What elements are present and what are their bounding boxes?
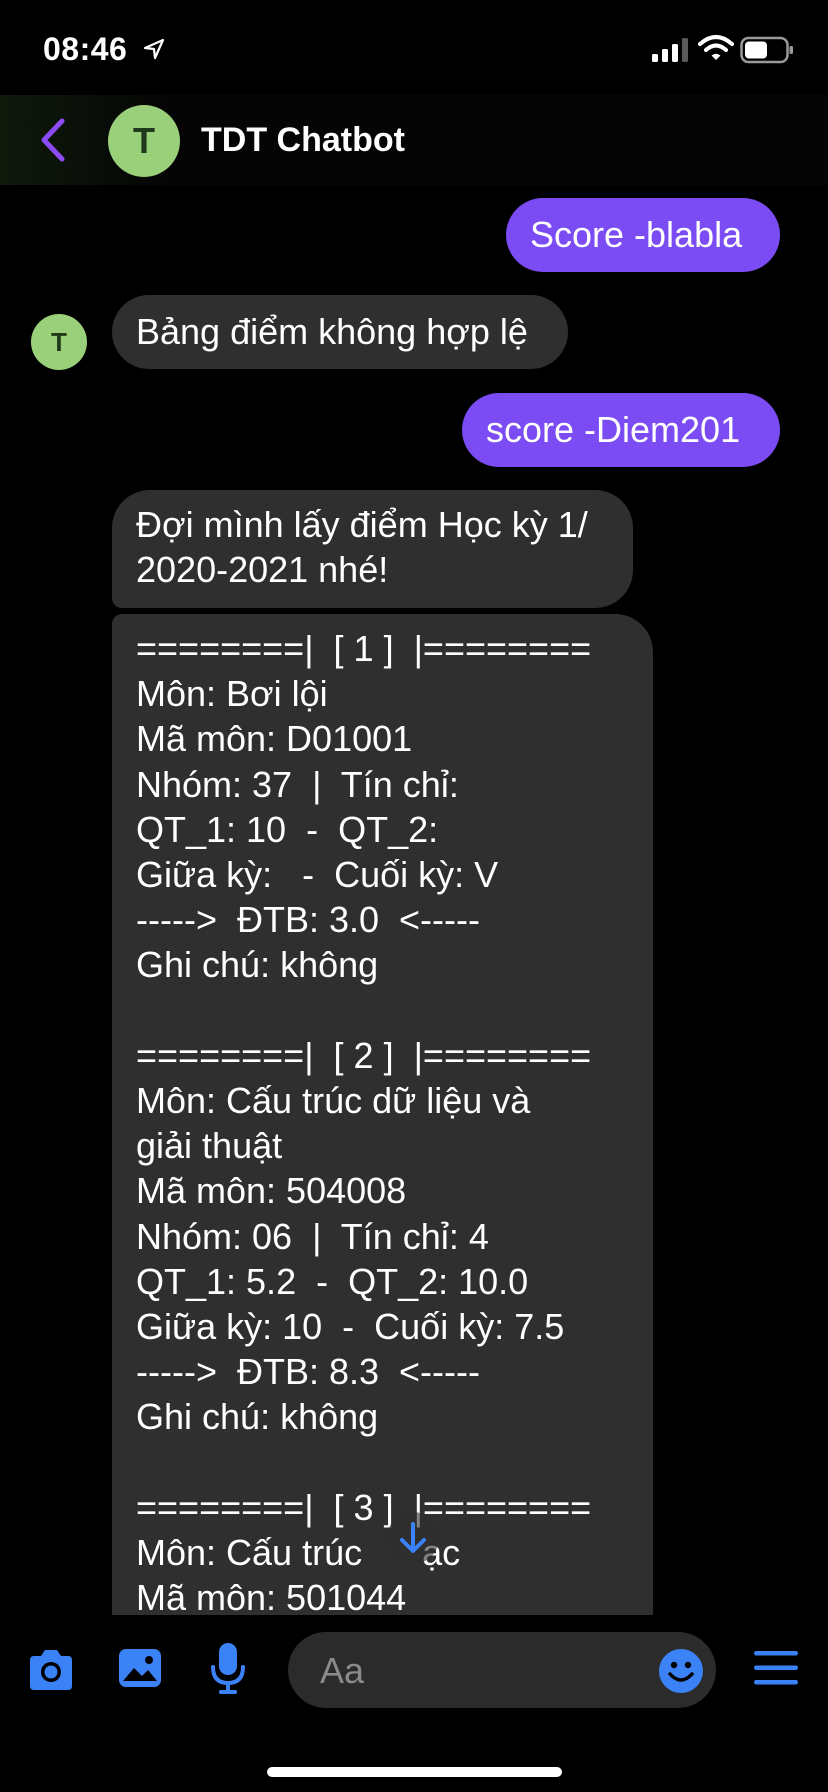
message-text-line: Đợi mình lấy điểm Học kỳ 1/ [136,504,588,545]
scroll-to-bottom-arrow-icon[interactable] [385,1510,441,1566]
message-text-line: 2020-2021 nhé! [136,549,389,590]
status-bar: 08:46 [0,0,828,100]
home-indicator[interactable] [267,1767,562,1777]
menu-icon[interactable] [754,1651,798,1685]
message-text: Bảng điểm không hợp lệ [136,311,528,352]
wifi-icon [698,35,734,60]
location-arrow-icon [143,38,165,60]
incoming-message[interactable]: Đợi mình lấy điểm Học kỳ 1/ 2020-2021 nh… [112,490,633,608]
chat-header: T TDT Chatbot [0,95,828,185]
message-text: Score -blabla [530,214,743,255]
emoji-icon[interactable] [658,1648,704,1694]
message-text: score -Diem201 [486,409,741,450]
outgoing-message[interactable]: score -Diem201 [462,393,780,467]
chatbot-avatar[interactable]: T [108,105,180,177]
back-chevron-icon[interactable] [38,117,68,163]
outgoing-message[interactable]: Score -blabla [506,198,780,272]
score-report-text: ========| [ 1 ] |======== Môn: Bơi lội M… [136,628,592,1615]
chat-title[interactable]: TDT Chatbot [201,121,405,160]
message-list[interactable]: Score -blabla T Bảng điểm không hợp lệ s… [0,185,828,1615]
battery-icon [740,36,793,64]
message-composer: Aa [0,1615,828,1792]
photo-gallery-icon[interactable] [117,1647,163,1689]
message-input-placeholder: Aa [320,1650,365,1691]
message-input[interactable]: Aa [288,1632,716,1708]
microphone-icon[interactable] [210,1641,246,1697]
status-time: 08:46 [43,31,128,67]
camera-icon[interactable] [26,1648,76,1692]
cellular-signal-icon [652,38,688,62]
incoming-message[interactable]: Bảng điểm không hợp lệ [112,295,568,369]
incoming-message-score-report[interactable]: ========| [ 1 ] |======== Môn: Bơi lội M… [112,614,653,1615]
bot-avatar[interactable]: T [31,314,87,370]
